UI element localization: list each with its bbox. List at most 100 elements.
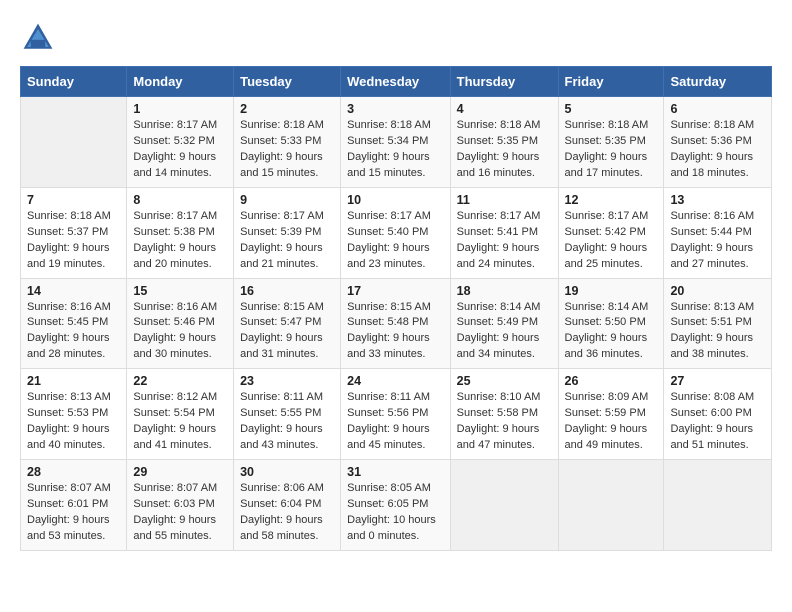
calendar-cell: 9 Sunrise: 8:17 AMSunset: 5:39 PMDaylight… [234, 187, 341, 278]
calendar-cell: 5 Sunrise: 8:18 AMSunset: 5:35 PMDaylight… [558, 97, 664, 188]
day-number: 20 [670, 284, 765, 298]
calendar-cell: 17 Sunrise: 8:15 AMSunset: 5:48 PMDayligh… [341, 278, 451, 369]
logo-icon [20, 20, 56, 56]
day-number: 4 [457, 102, 552, 116]
day-number: 13 [670, 193, 765, 207]
day-number: 21 [27, 374, 120, 388]
cell-details: Sunrise: 8:15 AMSunset: 5:47 PMDaylight:… [240, 300, 334, 364]
header-wednesday: Wednesday [341, 67, 451, 97]
week-row-5: 28 Sunrise: 8:07 AMSunset: 6:01 PMDayligh… [21, 460, 772, 551]
calendar-cell: 1 Sunrise: 8:17 AMSunset: 5:32 PMDaylight… [127, 97, 234, 188]
calendar-cell: 22 Sunrise: 8:12 AMSunset: 5:54 PMDayligh… [127, 369, 234, 460]
cell-details: Sunrise: 8:06 AMSunset: 6:04 PMDaylight:… [240, 481, 334, 545]
cell-details: Sunrise: 8:18 AMSunset: 5:37 PMDaylight:… [27, 209, 120, 273]
cell-details: Sunrise: 8:16 AMSunset: 5:46 PMDaylight:… [133, 300, 227, 364]
day-number: 9 [240, 193, 334, 207]
cell-details: Sunrise: 8:18 AMSunset: 5:33 PMDaylight:… [240, 118, 334, 182]
week-row-3: 14 Sunrise: 8:16 AMSunset: 5:45 PMDayligh… [21, 278, 772, 369]
calendar-cell: 21 Sunrise: 8:13 AMSunset: 5:53 PMDayligh… [21, 369, 127, 460]
day-number: 15 [133, 284, 227, 298]
calendar-cell: 15 Sunrise: 8:16 AMSunset: 5:46 PMDayligh… [127, 278, 234, 369]
calendar-cell: 11Sunrise: 8:17 AMSunset: 5:41 PMDayligh… [450, 187, 558, 278]
day-number: 25 [457, 374, 552, 388]
cell-details: Sunrise: 8:11 AMSunset: 5:56 PMDaylight:… [347, 390, 444, 454]
cell-details: Sunrise: 8:11 AMSunset: 5:55 PMDaylight:… [240, 390, 334, 454]
calendar-cell: 26 Sunrise: 8:09 AMSunset: 5:59 PMDayligh… [558, 369, 664, 460]
calendar-cell [664, 460, 772, 551]
calendar-cell: 30Sunrise: 8:06 AMSunset: 6:04 PMDayligh… [234, 460, 341, 551]
calendar-cell: 13Sunrise: 8:16 AMSunset: 5:44 PMDayligh… [664, 187, 772, 278]
cell-details: Sunrise: 8:16 AMSunset: 5:45 PMDaylight:… [27, 300, 120, 364]
day-number: 19 [565, 284, 658, 298]
cell-details: Sunrise: 8:17 AMSunset: 5:40 PMDaylight:… [347, 209, 444, 273]
calendar-cell: 18Sunrise: 8:14 AMSunset: 5:49 PMDayligh… [450, 278, 558, 369]
day-number: 1 [133, 102, 227, 116]
header-friday: Friday [558, 67, 664, 97]
cell-details: Sunrise: 8:18 AMSunset: 5:35 PMDaylight:… [457, 118, 552, 182]
day-number: 23 [240, 374, 334, 388]
day-number: 10 [347, 193, 444, 207]
calendar-cell: 6 Sunrise: 8:18 AMSunset: 5:36 PMDaylight… [664, 97, 772, 188]
day-number: 22 [133, 374, 227, 388]
calendar-cell: 16 Sunrise: 8:15 AMSunset: 5:47 PMDayligh… [234, 278, 341, 369]
cell-details: Sunrise: 8:13 AMSunset: 5:53 PMDaylight:… [27, 390, 120, 454]
day-number: 26 [565, 374, 658, 388]
cell-details: Sunrise: 8:14 AMSunset: 5:49 PMDaylight:… [457, 300, 552, 364]
day-number: 14 [27, 284, 120, 298]
cell-details: Sunrise: 8:12 AMSunset: 5:54 PMDaylight:… [133, 390, 227, 454]
day-number: 31 [347, 465, 444, 479]
cell-details: Sunrise: 8:09 AMSunset: 5:59 PMDaylight:… [565, 390, 658, 454]
day-number: 17 [347, 284, 444, 298]
calendar-cell: 23 Sunrise: 8:11 AMSunset: 5:55 PMDayligh… [234, 369, 341, 460]
calendar-cell [558, 460, 664, 551]
cell-details: Sunrise: 8:17 AMSunset: 5:42 PMDaylight:… [565, 209, 658, 273]
calendar-cell: 24 Sunrise: 8:11 AMSunset: 5:56 PMDayligh… [341, 369, 451, 460]
day-number: 12 [565, 193, 658, 207]
week-row-2: 7 Sunrise: 8:18 AMSunset: 5:37 PMDaylight… [21, 187, 772, 278]
cell-details: Sunrise: 8:18 AMSunset: 5:35 PMDaylight:… [565, 118, 658, 182]
cell-details: Sunrise: 8:18 AMSunset: 5:36 PMDaylight:… [670, 118, 765, 182]
cell-details: Sunrise: 8:17 AMSunset: 5:38 PMDaylight:… [133, 209, 227, 273]
week-row-1: 1 Sunrise: 8:17 AMSunset: 5:32 PMDaylight… [21, 97, 772, 188]
cell-details: Sunrise: 8:07 AMSunset: 6:01 PMDaylight:… [27, 481, 120, 545]
calendar-cell: 28 Sunrise: 8:07 AMSunset: 6:01 PMDayligh… [21, 460, 127, 551]
day-number: 8 [133, 193, 227, 207]
day-number: 5 [565, 102, 658, 116]
calendar-cell: 2 Sunrise: 8:18 AMSunset: 5:33 PMDaylight… [234, 97, 341, 188]
calendar-cell: 14 Sunrise: 8:16 AMSunset: 5:45 PMDayligh… [21, 278, 127, 369]
cell-details: Sunrise: 8:10 AMSunset: 5:58 PMDaylight:… [457, 390, 552, 454]
cell-details: Sunrise: 8:05 AMSunset: 6:05 PMDaylight:… [347, 481, 444, 545]
calendar-cell: 8 Sunrise: 8:17 AMSunset: 5:38 PMDaylight… [127, 187, 234, 278]
calendar-cell: 4 Sunrise: 8:18 AMSunset: 5:35 PMDaylight… [450, 97, 558, 188]
week-row-4: 21 Sunrise: 8:13 AMSunset: 5:53 PMDayligh… [21, 369, 772, 460]
day-number: 7 [27, 193, 120, 207]
calendar-cell: 19 Sunrise: 8:14 AMSunset: 5:50 PMDayligh… [558, 278, 664, 369]
calendar-cell: 31 Sunrise: 8:05 AMSunset: 6:05 PMDayligh… [341, 460, 451, 551]
day-number: 16 [240, 284, 334, 298]
calendar-cell: 7 Sunrise: 8:18 AMSunset: 5:37 PMDaylight… [21, 187, 127, 278]
cell-details: Sunrise: 8:17 AMSunset: 5:32 PMDaylight:… [133, 118, 227, 182]
day-number: 27 [670, 374, 765, 388]
calendar-cell [450, 460, 558, 551]
day-number: 28 [27, 465, 120, 479]
cell-details: Sunrise: 8:17 AMSunset: 5:39 PMDaylight:… [240, 209, 334, 273]
header-sunday: Sunday [21, 67, 127, 97]
calendar-cell: 20 Sunrise: 8:13 AMSunset: 5:51 PMDayligh… [664, 278, 772, 369]
header-saturday: Saturday [664, 67, 772, 97]
day-number: 6 [670, 102, 765, 116]
cell-details: Sunrise: 8:13 AMSunset: 5:51 PMDaylight:… [670, 300, 765, 364]
calendar-table: SundayMondayTuesdayWednesdayThursdayFrid… [20, 66, 772, 551]
header-row: SundayMondayTuesdayWednesdayThursdayFrid… [21, 67, 772, 97]
header-thursday: Thursday [450, 67, 558, 97]
cell-details: Sunrise: 8:14 AMSunset: 5:50 PMDaylight:… [565, 300, 658, 364]
logo [20, 20, 60, 56]
day-number: 2 [240, 102, 334, 116]
calendar-cell: 12 Sunrise: 8:17 AMSunset: 5:42 PMDayligh… [558, 187, 664, 278]
calendar-cell: 29Sunrise: 8:07 AMSunset: 6:03 PMDayligh… [127, 460, 234, 551]
cell-details: Sunrise: 8:07 AMSunset: 6:03 PMDaylight:… [133, 481, 227, 545]
cell-details: Sunrise: 8:15 AMSunset: 5:48 PMDaylight:… [347, 300, 444, 364]
header-monday: Monday [127, 67, 234, 97]
day-number: 11 [457, 193, 552, 207]
header-tuesday: Tuesday [234, 67, 341, 97]
day-number: 24 [347, 374, 444, 388]
